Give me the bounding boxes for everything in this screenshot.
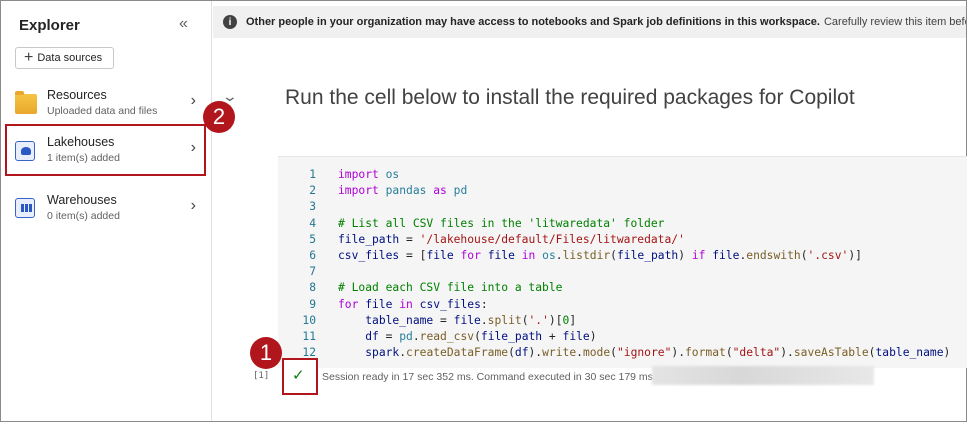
- info-icon: i: [223, 15, 237, 29]
- banner-bold-text: Other people in your organization may ha…: [246, 16, 820, 28]
- explorer-item-subtitle: 1 item(s) added: [47, 152, 120, 164]
- explorer-item-resources[interactable]: Resources Uploaded data and files ›: [5, 78, 206, 130]
- checkmark-icon: ✓: [292, 367, 305, 384]
- chevron-right-icon: ›: [190, 92, 196, 109]
- code-line: 10 table_name = file.split('.')[0]: [302, 313, 577, 327]
- code-line: 4 # List all CSV files in the 'litwaredat…: [309, 216, 665, 230]
- code-line: 3: [309, 200, 316, 214]
- explorer-item-name: Warehouses: [47, 193, 117, 207]
- folder-icon: [15, 91, 37, 114]
- code-line: 8 # Load each CSV file into a table: [309, 281, 563, 295]
- code-line: 7: [309, 265, 316, 279]
- collapse-panel-icon[interactable]: «: [179, 15, 188, 33]
- banner-detail-text: Carefully review this item before ru: [823, 16, 966, 28]
- data-sources-label: Data sources: [37, 52, 103, 64]
- info-banner: i Other people in your organization may …: [213, 6, 966, 38]
- code-line: 1 import os: [309, 168, 400, 181]
- plus-icon: +: [24, 49, 34, 66]
- data-sources-button[interactable]: + Data sources: [15, 47, 114, 69]
- code-editor[interactable]: 1 import os 2 import pandas as pd 3 4 # Lis…: [278, 167, 950, 361]
- code-line: 9 for file in csv_files:: [309, 297, 488, 311]
- callout-badge-2: 2: [203, 101, 235, 133]
- redacted-text: [652, 366, 874, 385]
- lakehouse-icon: [15, 141, 35, 161]
- collapse-cell-chevron-icon[interactable]: ⌄: [222, 88, 238, 105]
- callout-badge-1: 1: [250, 337, 282, 369]
- explorer-item-lakehouses[interactable]: Lakehouses 1 item(s) added ›: [5, 124, 206, 176]
- explorer-item-name: Lakehouses: [47, 135, 115, 149]
- markdown-cell-text: Run the cell below to install the requir…: [285, 86, 855, 109]
- cell-status-text: Session ready in 17 sec 352 ms. Command …: [322, 371, 653, 383]
- explorer-item-subtitle: Uploaded data and files: [47, 105, 158, 117]
- explorer-item-warehouses[interactable]: Warehouses 0 item(s) added ›: [5, 186, 206, 238]
- chevron-right-icon: ›: [190, 197, 196, 214]
- explorer-item-subtitle: 0 item(s) added: [47, 210, 120, 222]
- cell-status-indicator[interactable]: ✓: [282, 358, 318, 395]
- warehouse-icon: [15, 198, 35, 218]
- code-cell[interactable]: 1 import os 2 import pandas as pd 3 4 # Lis…: [278, 156, 967, 368]
- code-line: 6 csv_files = [file for file in os.listdi…: [309, 249, 862, 263]
- explorer-item-name: Resources: [47, 88, 107, 102]
- code-line: 12 spark.createDataFrame(df).write.mode(…: [302, 346, 951, 360]
- chevron-right-icon: ›: [190, 139, 196, 156]
- explorer-panel: Explorer « + Data sources Resources Uplo…: [1, 1, 212, 421]
- code-line: 2 import pandas as pd: [309, 184, 468, 198]
- explorer-title: Explorer: [19, 17, 80, 34]
- code-line: 11 df = pd.read_csv(file_path + file): [302, 330, 597, 344]
- execution-count: [1]: [253, 371, 270, 381]
- code-line: 5 file_path = '/lakehouse/default/Files/l…: [309, 232, 685, 246]
